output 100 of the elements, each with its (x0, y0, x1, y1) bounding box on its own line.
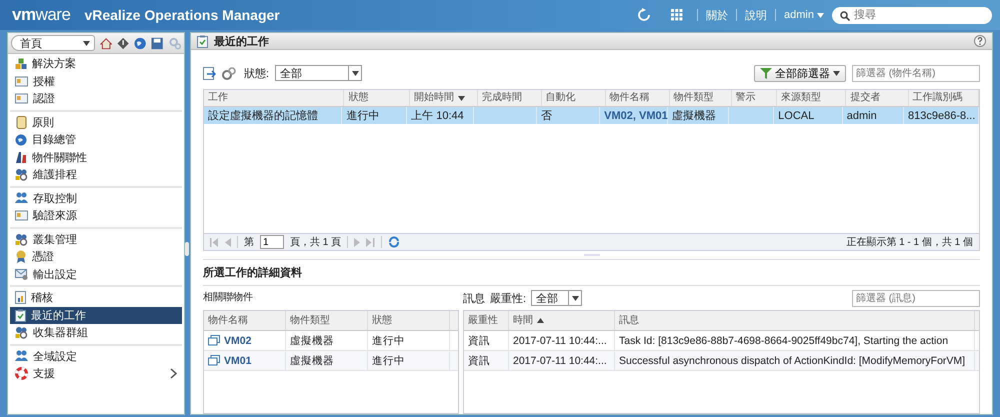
table-row[interactable]: 設定虛擬機器的記憶體 進行中 上午 10:44 否 VM02, VM01 虛擬機器 LOCAL admin 813c9e86-8... (204, 107, 979, 124)
gear-icon (15, 326, 28, 340)
column-header[interactable]: 工作識別碼 (908, 90, 979, 106)
column-header[interactable]: 工作 (204, 90, 344, 106)
filter-field[interactable]: 篩選器 (物件名稱) (852, 64, 980, 82)
refresh-icon[interactable] (388, 236, 400, 248)
table-cell-text: 虛擬機器 (672, 109, 716, 123)
sidebar-item[interactable]: 全域設定 (10, 348, 182, 365)
sidebar-item[interactable]: 授權 (10, 72, 182, 90)
column-header[interactable]: 警示 (732, 90, 777, 106)
table-cell: 2017-07-11 10:44:... (513, 354, 607, 366)
funnel-icon (760, 68, 772, 78)
sidebar-item[interactable]: 解決方案 (10, 55, 182, 72)
gears-icon[interactable] (222, 66, 236, 80)
object-link[interactable]: VM02, VM01 (604, 110, 668, 122)
object-link[interactable]: VM01 (224, 354, 252, 366)
pane-title: 訊息 (463, 292, 485, 306)
severity-dropdown[interactable]: 全部 (531, 290, 582, 306)
vm-icon (208, 335, 220, 346)
export-icon[interactable] (203, 66, 216, 80)
collapse-handle[interactable] (185, 242, 189, 256)
sort-down-icon (458, 96, 466, 100)
pane-title: 相關聯物件 (203, 290, 254, 305)
sidebar-item[interactable]: 物件關聯性 (10, 148, 182, 166)
object-link[interactable]: VM02 (224, 334, 252, 346)
clipboard-icon (15, 308, 26, 322)
page-count: 頁，共 1 頁 (290, 236, 342, 249)
blocks-icon (15, 58, 27, 70)
table-cell-text: 進行中 (346, 109, 380, 123)
table-cell: 資訊 (468, 334, 490, 348)
sidebar-item[interactable]: 認證 (10, 90, 182, 108)
clipboard-icon (197, 34, 208, 48)
gear-icon (15, 168, 28, 182)
globe-icon (15, 134, 27, 146)
vmware-logo: vmware (12, 5, 70, 25)
sidebar-item[interactable]: 收集器群組 (10, 324, 182, 342)
search-field[interactable]: 搜尋 (832, 6, 992, 24)
column-header[interactable]: 物件名稱 (204, 311, 286, 330)
diamond-icon[interactable] (116, 36, 130, 50)
sidebar-item[interactable]: 存取控制 (10, 190, 182, 207)
table-cell: 虛擬機器 (290, 334, 334, 348)
sidebar-item[interactable]: 支援 (10, 365, 182, 382)
app-title: vRealize Operations Manager (84, 7, 280, 23)
column-header[interactable]: 嚴重性 (464, 311, 509, 330)
table-cell: 813c9e86-8... (908, 110, 976, 122)
home-dropdown[interactable]: 首頁 (11, 35, 95, 51)
results-count: 正在顯示第 1 - 1 個，共 1 個 (846, 236, 973, 249)
sidebar-item[interactable]: 原則 (10, 114, 182, 131)
status-dropdown[interactable]: 全部 (275, 65, 362, 81)
column-header[interactable]: 來源類型 (776, 90, 846, 106)
filter-button[interactable]: 全部篩選器 (754, 64, 846, 82)
save-icon[interactable] (151, 36, 164, 50)
people-icon (15, 350, 28, 362)
column-header[interactable]: 完成時間 (478, 90, 542, 106)
card-icon (15, 76, 28, 87)
sidebar-item[interactable]: 驗證來源 (10, 207, 182, 224)
column-header[interactable]: 時間 (509, 311, 615, 330)
column-header[interactable]: 自動化 (542, 90, 606, 106)
sidebar-item[interactable]: 維護排程 (10, 166, 182, 184)
bars-icon (15, 151, 27, 164)
column-header[interactable]: 提交者 (846, 90, 909, 106)
column-header[interactable]: 物件類型 (286, 311, 368, 330)
caret-icon (833, 70, 840, 76)
table-cell: 進行中 (372, 334, 405, 348)
sidebar-item[interactable]: 憑證 (10, 248, 182, 266)
column-header[interactable]: 狀態 (344, 90, 410, 106)
table-cell-text: 否 (541, 109, 552, 123)
grid-icon[interactable] (671, 9, 684, 21)
column-header[interactable]: 開始時間 (410, 90, 478, 106)
sidebar-item[interactable]: 輸出設定 (10, 266, 182, 283)
refresh-icon[interactable] (637, 8, 652, 22)
sort-up-icon (537, 318, 544, 323)
panel-title: 最近的工作 (214, 34, 269, 48)
filter-field[interactable]: 篩選器 (訊息) (852, 290, 980, 306)
people-icon (15, 192, 28, 204)
chevron-right-icon (170, 368, 177, 380)
sidebar-item[interactable]: 叢集管理 (10, 230, 182, 248)
sidebar-item[interactable]: 稽核 (10, 289, 182, 306)
column-header[interactable]: 物件類型 (670, 90, 732, 106)
table-cell-text: 設定虛擬機器的記憶體 (208, 108, 318, 123)
page-field[interactable]: 1 (260, 235, 284, 249)
column-header[interactable]: 物件名稱 (606, 90, 670, 106)
search-icon (840, 10, 850, 20)
column-header[interactable]: 訊息 (615, 311, 975, 330)
lifebuoy-icon (15, 367, 28, 380)
document-icon (15, 291, 26, 304)
scroll-icon (15, 116, 27, 129)
table-cell: Successful asynchronous dispatch of ActionKindId: [ModifyMemoryForVM] (619, 354, 966, 366)
globe-icon[interactable] (134, 36, 146, 50)
card-icon (15, 210, 28, 222)
medal-icon (15, 250, 27, 264)
sidebar-item[interactable]: 最近的工作 (10, 306, 182, 324)
sidebar-item[interactable]: 目錄總管 (10, 131, 182, 148)
vm-icon (208, 355, 220, 366)
table-cell: 2017-07-11 10:44:... (513, 334, 607, 346)
table-row[interactable]: VM01 虛擬機器 進行中 (204, 351, 458, 371)
column-header[interactable]: 狀態 (368, 311, 450, 330)
home-icon[interactable] (100, 36, 112, 50)
table-cell: 虛擬機器 (290, 354, 334, 368)
help-icon[interactable] (974, 35, 986, 47)
